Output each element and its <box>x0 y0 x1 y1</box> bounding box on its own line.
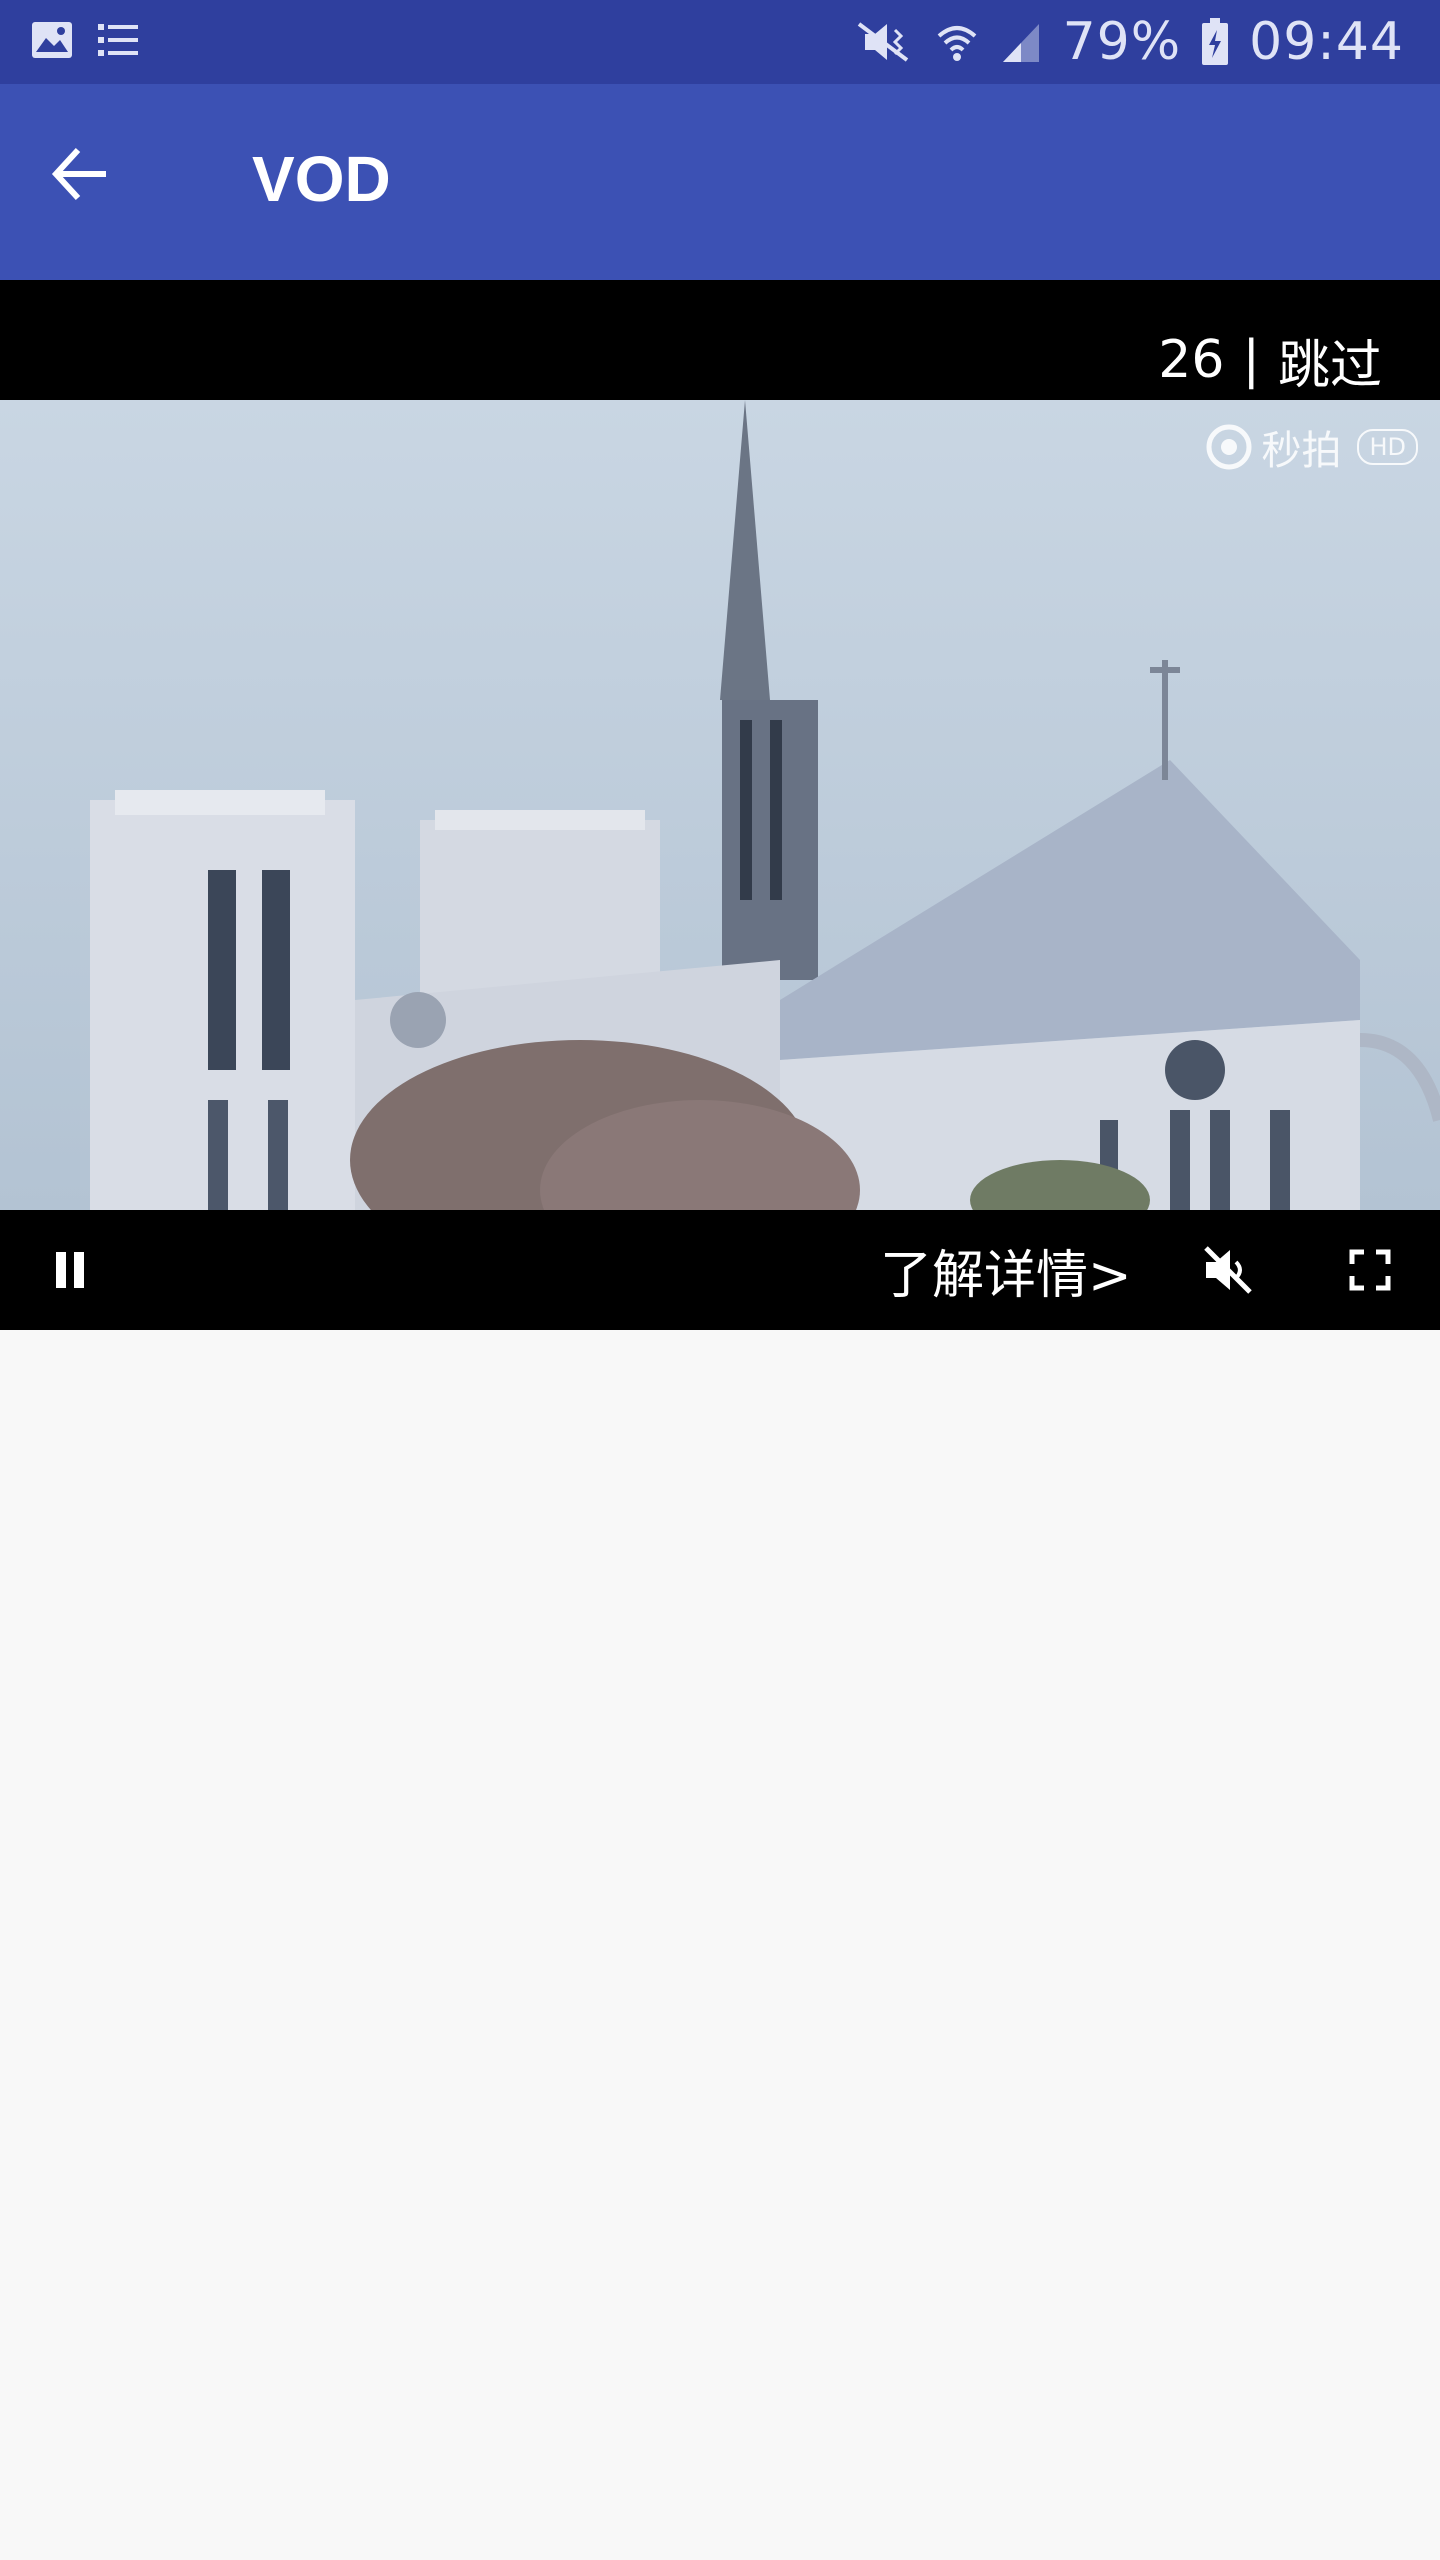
battery-percent: 79% <box>1062 12 1182 72</box>
back-button[interactable] <box>40 134 120 214</box>
mute-toggle-button[interactable] <box>1188 1210 1268 1330</box>
skip-label: 跳过 <box>1277 335 1382 396</box>
mute-icon <box>857 22 908 62</box>
gallery-icon <box>32 22 72 58</box>
learn-more-link[interactable]: 了解详情> <box>880 1210 1132 1330</box>
arrow-back-icon <box>51 147 106 201</box>
watermark-brand: 秒拍 <box>1261 428 1342 474</box>
clock: 09:44 <box>1249 12 1404 72</box>
page-title: VOD <box>252 143 391 215</box>
volume-off-icon <box>1204 1246 1252 1294</box>
camera-logo-icon <box>1206 424 1252 470</box>
pause-icon <box>56 1252 84 1288</box>
skip-ad-button[interactable]: 26 | 跳过 <box>1148 320 1392 400</box>
fullscreen-button[interactable] <box>1330 1210 1410 1330</box>
battery-icon <box>1202 18 1229 65</box>
video-frame[interactable]: 秒拍 HD <box>0 400 1440 1210</box>
pause-button[interactable] <box>30 1210 110 1330</box>
player-controls: 了解详情> <box>0 1210 1440 1330</box>
hd-badge: HD <box>1357 429 1418 465</box>
cathedral-video-still <box>0 400 1440 1210</box>
app-bar: VOD <box>0 84 1440 280</box>
status-right-icons: 79% 09:44 <box>851 0 1404 84</box>
content-area <box>0 1330 1440 2560</box>
status-left-icons <box>30 18 140 62</box>
signal-icon <box>1002 24 1039 62</box>
skip-countdown: 26 <box>1158 330 1225 390</box>
skip-separator: | <box>1242 330 1260 390</box>
status-bar: 79% 09:44 <box>0 0 1440 84</box>
fullscreen-icon <box>1349 1249 1391 1291</box>
list-icon <box>98 24 138 56</box>
video-player[interactable]: 26 | 跳过 秒拍 HD 了解详情> <box>0 280 1440 1330</box>
wifi-icon <box>937 26 976 61</box>
video-watermark: 秒拍 HD <box>1205 418 1418 476</box>
